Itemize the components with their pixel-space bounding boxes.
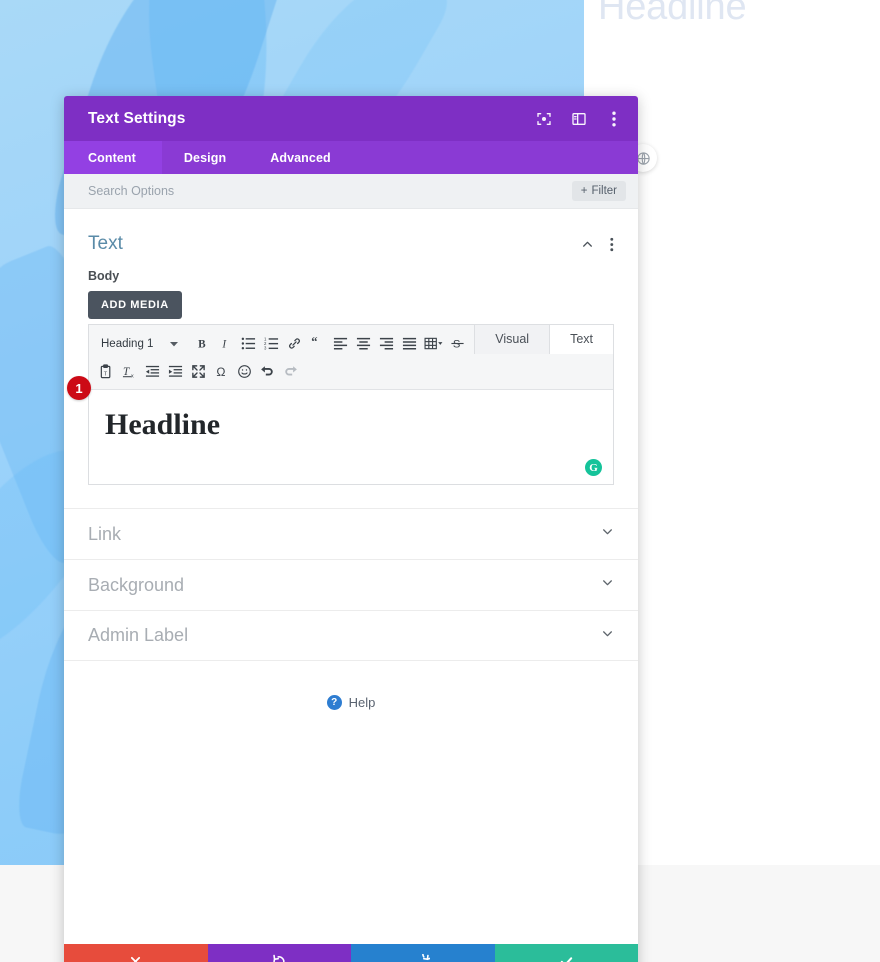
filter-button[interactable]: + Filter xyxy=(571,181,626,201)
help-label: Help xyxy=(348,695,376,710)
check-icon xyxy=(560,956,572,962)
caret-down-icon xyxy=(170,341,178,346)
editor-content-area[interactable]: 1 Headline G xyxy=(67,376,613,484)
svg-text:x: x xyxy=(131,374,134,379)
modal-body: Text Body ADD MEDIA Visual Text Heading … xyxy=(64,209,638,944)
grammarly-icon[interactable]: G xyxy=(585,459,602,476)
italic-icon[interactable]: I xyxy=(214,332,237,356)
numbered-list-icon[interactable]: 1 2 3 xyxy=(260,332,283,356)
save-button[interactable] xyxy=(494,944,638,962)
step-badge-1: 1 xyxy=(67,376,91,400)
search-options-bar: + Filter xyxy=(64,174,638,209)
emoji-icon[interactable] xyxy=(233,360,256,384)
fullscreen-icon[interactable] xyxy=(187,360,210,384)
toolbar-row-2: T T x Ω xyxy=(95,359,607,384)
section-admin-label-title: Admin Label xyxy=(88,625,189,645)
svg-text:T: T xyxy=(104,371,108,377)
help-question-icon: ? xyxy=(326,695,342,710)
text-section: Text Body ADD MEDIA Visual Text Heading … xyxy=(64,209,638,485)
chevron-down-icon[interactable] xyxy=(601,576,614,594)
chevron-up-icon[interactable] xyxy=(581,238,594,251)
layout-panel-icon[interactable] xyxy=(570,110,587,127)
section-background-title: Background xyxy=(88,574,185,595)
redo-button[interactable] xyxy=(351,944,495,962)
align-right-icon[interactable] xyxy=(375,332,398,356)
paste-as-text-icon[interactable]: T xyxy=(95,360,118,384)
chevron-down-icon[interactable] xyxy=(601,627,614,645)
undo-button[interactable] xyxy=(207,944,351,962)
focus-target-icon[interactable] xyxy=(535,110,552,127)
tab-content[interactable]: Content xyxy=(64,141,162,174)
section-link[interactable]: Link xyxy=(64,508,638,559)
filter-label: Filter xyxy=(591,185,617,197)
svg-text:3: 3 xyxy=(264,346,267,351)
link-icon[interactable] xyxy=(283,332,306,356)
modal-action-bar xyxy=(64,944,638,962)
add-media-button[interactable]: ADD MEDIA xyxy=(88,291,182,319)
undo-icon xyxy=(273,954,285,962)
modal-header: Text Settings xyxy=(64,96,638,141)
text-settings-modal: Text Settings Content Design Advanced Se… xyxy=(64,96,638,962)
cancel-button[interactable] xyxy=(64,944,208,962)
modal-title: Text Settings xyxy=(88,109,186,127)
svg-text:S: S xyxy=(453,339,461,351)
page-headline-text: Headline xyxy=(598,0,747,28)
collapsed-sections: Link Background Admin Label xyxy=(64,508,638,661)
svg-text:I: I xyxy=(221,338,227,350)
format-select[interactable]: Heading 1 xyxy=(95,333,183,355)
tab-text[interactable]: Text xyxy=(549,324,614,354)
svg-text:Ω: Ω xyxy=(216,365,225,379)
undo-icon[interactable] xyxy=(256,360,279,384)
text-section-kebab-menu-icon[interactable] xyxy=(610,237,614,252)
body-field-label: Body xyxy=(88,269,120,283)
modal-tab-bar: Content Design Advanced xyxy=(64,141,638,174)
redo-icon[interactable] xyxy=(279,360,302,384)
bulleted-list-icon[interactable] xyxy=(237,332,260,356)
align-center-icon[interactable] xyxy=(352,332,375,356)
svg-text:B: B xyxy=(198,338,206,350)
strikethrough-icon[interactable]: S xyxy=(446,332,469,356)
text-section-title: Text xyxy=(88,233,123,254)
section-admin-label[interactable]: Admin Label xyxy=(64,610,638,661)
clear-formatting-icon[interactable]: T x xyxy=(118,360,141,384)
special-character-icon[interactable]: Ω xyxy=(210,360,233,384)
help-link[interactable]: ? Help xyxy=(64,695,638,710)
align-left-icon[interactable] xyxy=(329,332,352,356)
search-input[interactable] xyxy=(88,184,572,198)
table-icon[interactable] xyxy=(421,332,446,356)
svg-text:T: T xyxy=(123,366,130,378)
indent-icon[interactable] xyxy=(164,360,187,384)
section-background[interactable]: Background xyxy=(64,559,638,610)
chevron-down-icon[interactable] xyxy=(601,525,614,543)
blockquote-icon[interactable]: “ xyxy=(306,332,329,356)
plus-icon: + xyxy=(580,185,588,197)
tab-advanced[interactable]: Advanced xyxy=(248,141,353,174)
align-justify-icon[interactable] xyxy=(398,332,421,356)
close-icon xyxy=(131,956,141,962)
text-section-header: Text xyxy=(88,227,614,261)
redo-icon xyxy=(422,953,431,960)
editor-headline-text[interactable]: Headline xyxy=(105,408,595,443)
kebab-menu-icon[interactable] xyxy=(605,110,622,127)
page-root: Headline Text Settings Content Design Ad… xyxy=(0,0,880,962)
format-select-value: Heading 1 xyxy=(101,337,154,350)
section-link-title: Link xyxy=(88,523,122,544)
tab-visual[interactable]: Visual xyxy=(474,324,550,354)
outdent-icon[interactable] xyxy=(141,360,164,384)
editor-mode-tabs: Visual Text xyxy=(474,324,614,354)
bold-icon[interactable]: B xyxy=(191,332,214,356)
svg-text:“: “ xyxy=(311,336,317,348)
editor-wrapper: Visual Text Heading 1 B I 1 2 3 “ S T T … xyxy=(67,324,614,485)
tab-design[interactable]: Design xyxy=(162,141,248,174)
modal-header-actions xyxy=(535,110,622,127)
